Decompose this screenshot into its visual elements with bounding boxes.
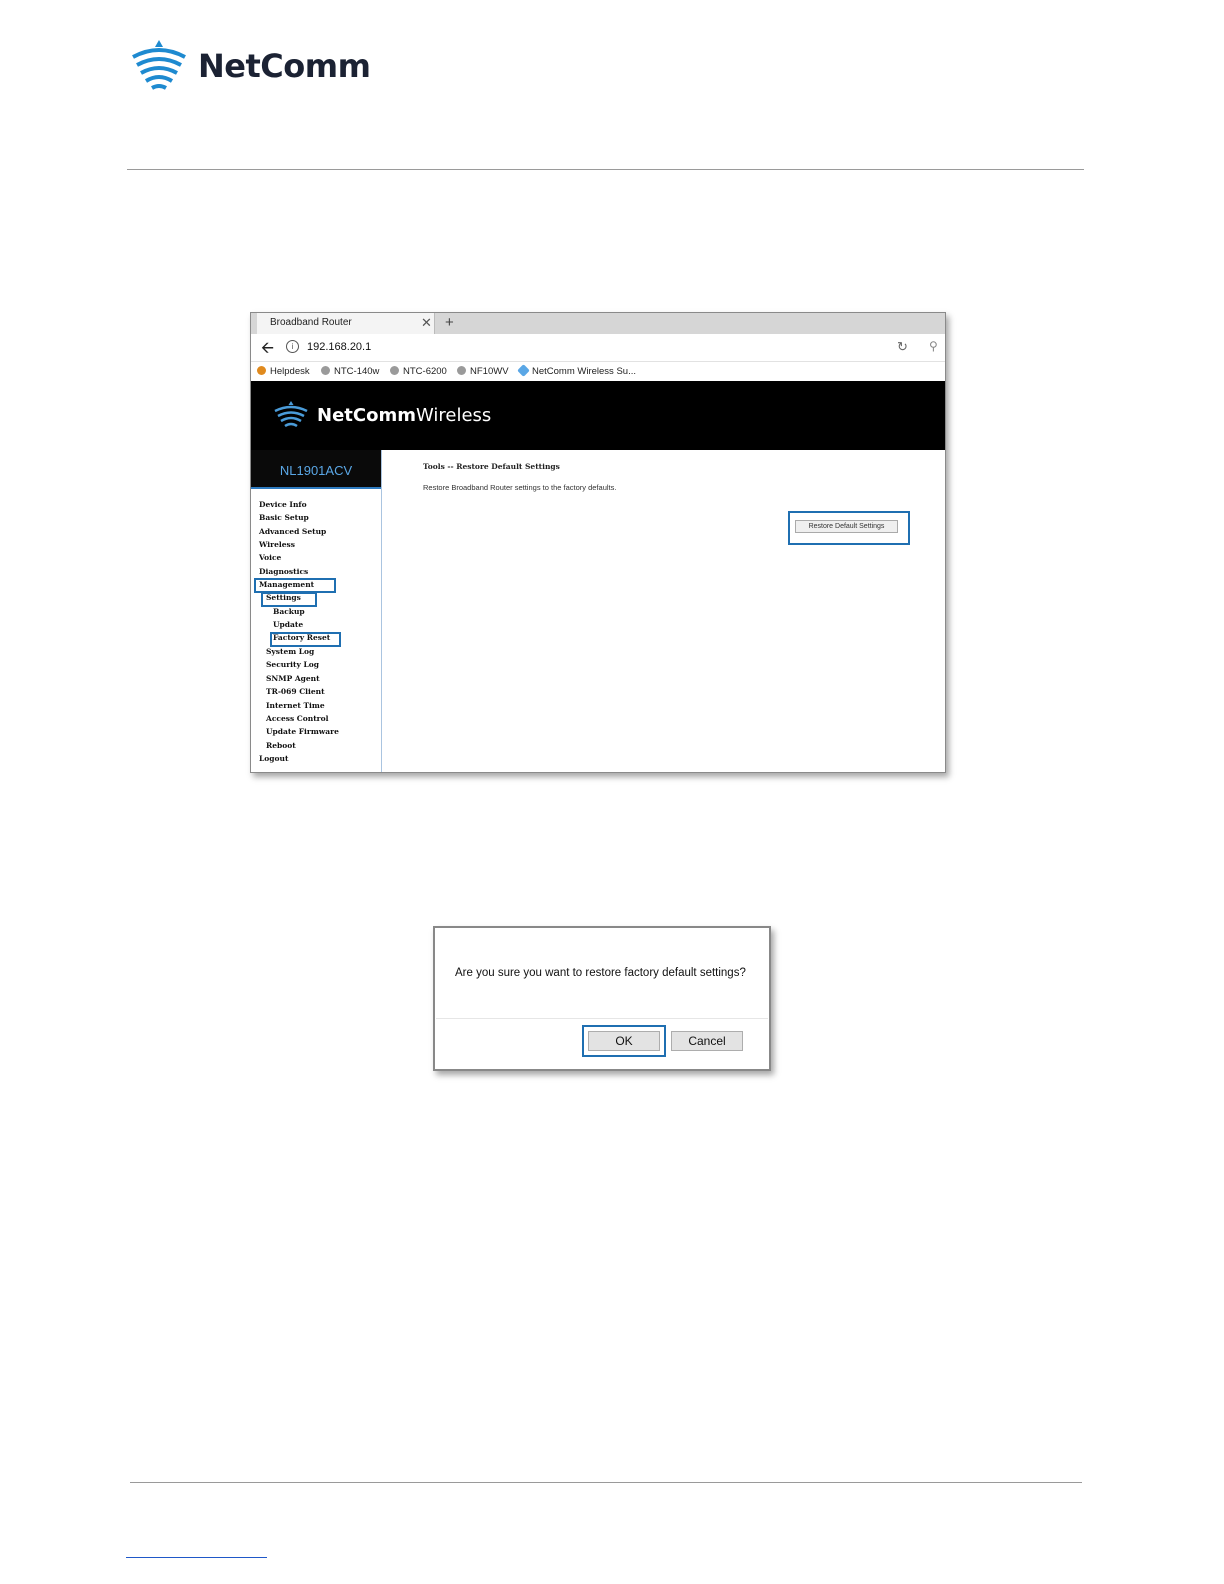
nav-voice[interactable]: Voice xyxy=(259,553,281,562)
nav-basic-setup[interactable]: Basic Setup xyxy=(259,513,309,522)
bookmark-nf10wv[interactable]: NF10WV xyxy=(457,366,509,377)
highlight-restore-button xyxy=(788,511,910,545)
footer-link-underline xyxy=(126,1557,267,1558)
reload-icon[interactable]: ↻ xyxy=(897,339,908,355)
nav-wireless[interactable]: Wireless xyxy=(259,540,295,549)
globe-icon xyxy=(457,366,466,375)
address-bar: 🡨 i 192.168.20.1 ↻ ⚲ xyxy=(251,334,945,362)
close-tab-icon[interactable]: ✕ xyxy=(421,313,432,332)
nav-reboot[interactable]: Reboot xyxy=(266,741,296,750)
nav-backup[interactable]: Backup xyxy=(273,607,305,616)
nav-update-firmware[interactable]: Update Firmware xyxy=(266,727,339,736)
globe-icon xyxy=(321,366,330,375)
router-header: NetCommWireless xyxy=(251,381,945,450)
bookmarks-bar: Helpdesk NTC-140w NTC-6200 NF10WV NetCom… xyxy=(251,362,945,381)
router-logo: NetCommWireless xyxy=(273,401,491,429)
page-description: Restore Broadband Router settings to the… xyxy=(423,483,617,492)
router-content: Tools -- Restore Default Settings Restor… xyxy=(382,450,944,772)
search-icon[interactable]: ⚲ xyxy=(929,339,938,353)
helpdesk-icon xyxy=(257,366,266,375)
new-tab-icon[interactable]: + xyxy=(445,313,454,332)
browser-screenshot: Broadband Router ✕ + 🡨 i 192.168.20.1 ↻ … xyxy=(250,312,946,773)
bookmark-netcomm-support[interactable]: NetComm Wireless Su... xyxy=(517,364,636,377)
highlight-factory-reset xyxy=(270,632,341,647)
back-arrow-icon[interactable]: 🡨 xyxy=(261,337,274,364)
highlight-ok-button xyxy=(582,1025,666,1057)
confirm-dialog: Are you sure you want to restore factory… xyxy=(433,926,771,1071)
dialog-message: Are you sure you want to restore factory… xyxy=(455,967,746,979)
nav-logout[interactable]: Logout xyxy=(259,754,288,763)
page-breadcrumb: Tools -- Restore Default Settings xyxy=(423,462,560,471)
nav-internet-time[interactable]: Internet Time xyxy=(266,701,325,710)
bookmark-ntc-6200[interactable]: NTC-6200 xyxy=(390,366,447,377)
netcomm-icon xyxy=(517,364,530,377)
model-label: NL1901ACV xyxy=(251,450,381,489)
header-divider xyxy=(127,169,1084,170)
netcomm-logo: NetComm xyxy=(130,38,371,94)
url-field[interactable]: 192.168.20.1 xyxy=(307,341,371,353)
bookmark-ntc-140w[interactable]: NTC-140w xyxy=(321,366,379,377)
nav-device-info[interactable]: Device Info xyxy=(259,500,307,509)
tab-strip: Broadband Router ✕ + xyxy=(251,313,945,334)
cancel-button[interactable]: Cancel xyxy=(671,1031,743,1051)
router-brand: NetCommWireless xyxy=(317,404,492,426)
dialog-divider xyxy=(436,1018,768,1019)
nav-access-control[interactable]: Access Control xyxy=(266,714,328,723)
nav-update[interactable]: Update xyxy=(273,620,303,629)
footer-divider xyxy=(130,1482,1082,1483)
wifi-logo-icon xyxy=(274,401,308,428)
info-icon[interactable]: i xyxy=(286,340,299,353)
nav-diagnostics[interactable]: Diagnostics xyxy=(259,567,308,576)
tab-title: Broadband Router xyxy=(270,317,352,328)
browser-tab[interactable]: Broadband Router ✕ xyxy=(257,313,435,334)
nav-tr069-client[interactable]: TR-069 Client xyxy=(266,687,325,696)
nav-security-log[interactable]: Security Log xyxy=(266,660,319,669)
nav-system-log[interactable]: System Log xyxy=(266,647,314,656)
highlight-settings xyxy=(261,592,317,607)
nav-advanced-setup[interactable]: Advanced Setup xyxy=(259,527,326,536)
router-sidebar: NL1901ACV Device Info Basic Setup Advanc… xyxy=(251,450,382,772)
nav-snmp-agent[interactable]: SNMP Agent xyxy=(266,674,320,683)
globe-icon xyxy=(390,366,399,375)
highlight-management xyxy=(254,578,336,593)
logo-wordmark: NetComm xyxy=(198,47,371,85)
wifi-logo-icon xyxy=(132,40,186,90)
bookmark-helpdesk[interactable]: Helpdesk xyxy=(257,366,310,377)
